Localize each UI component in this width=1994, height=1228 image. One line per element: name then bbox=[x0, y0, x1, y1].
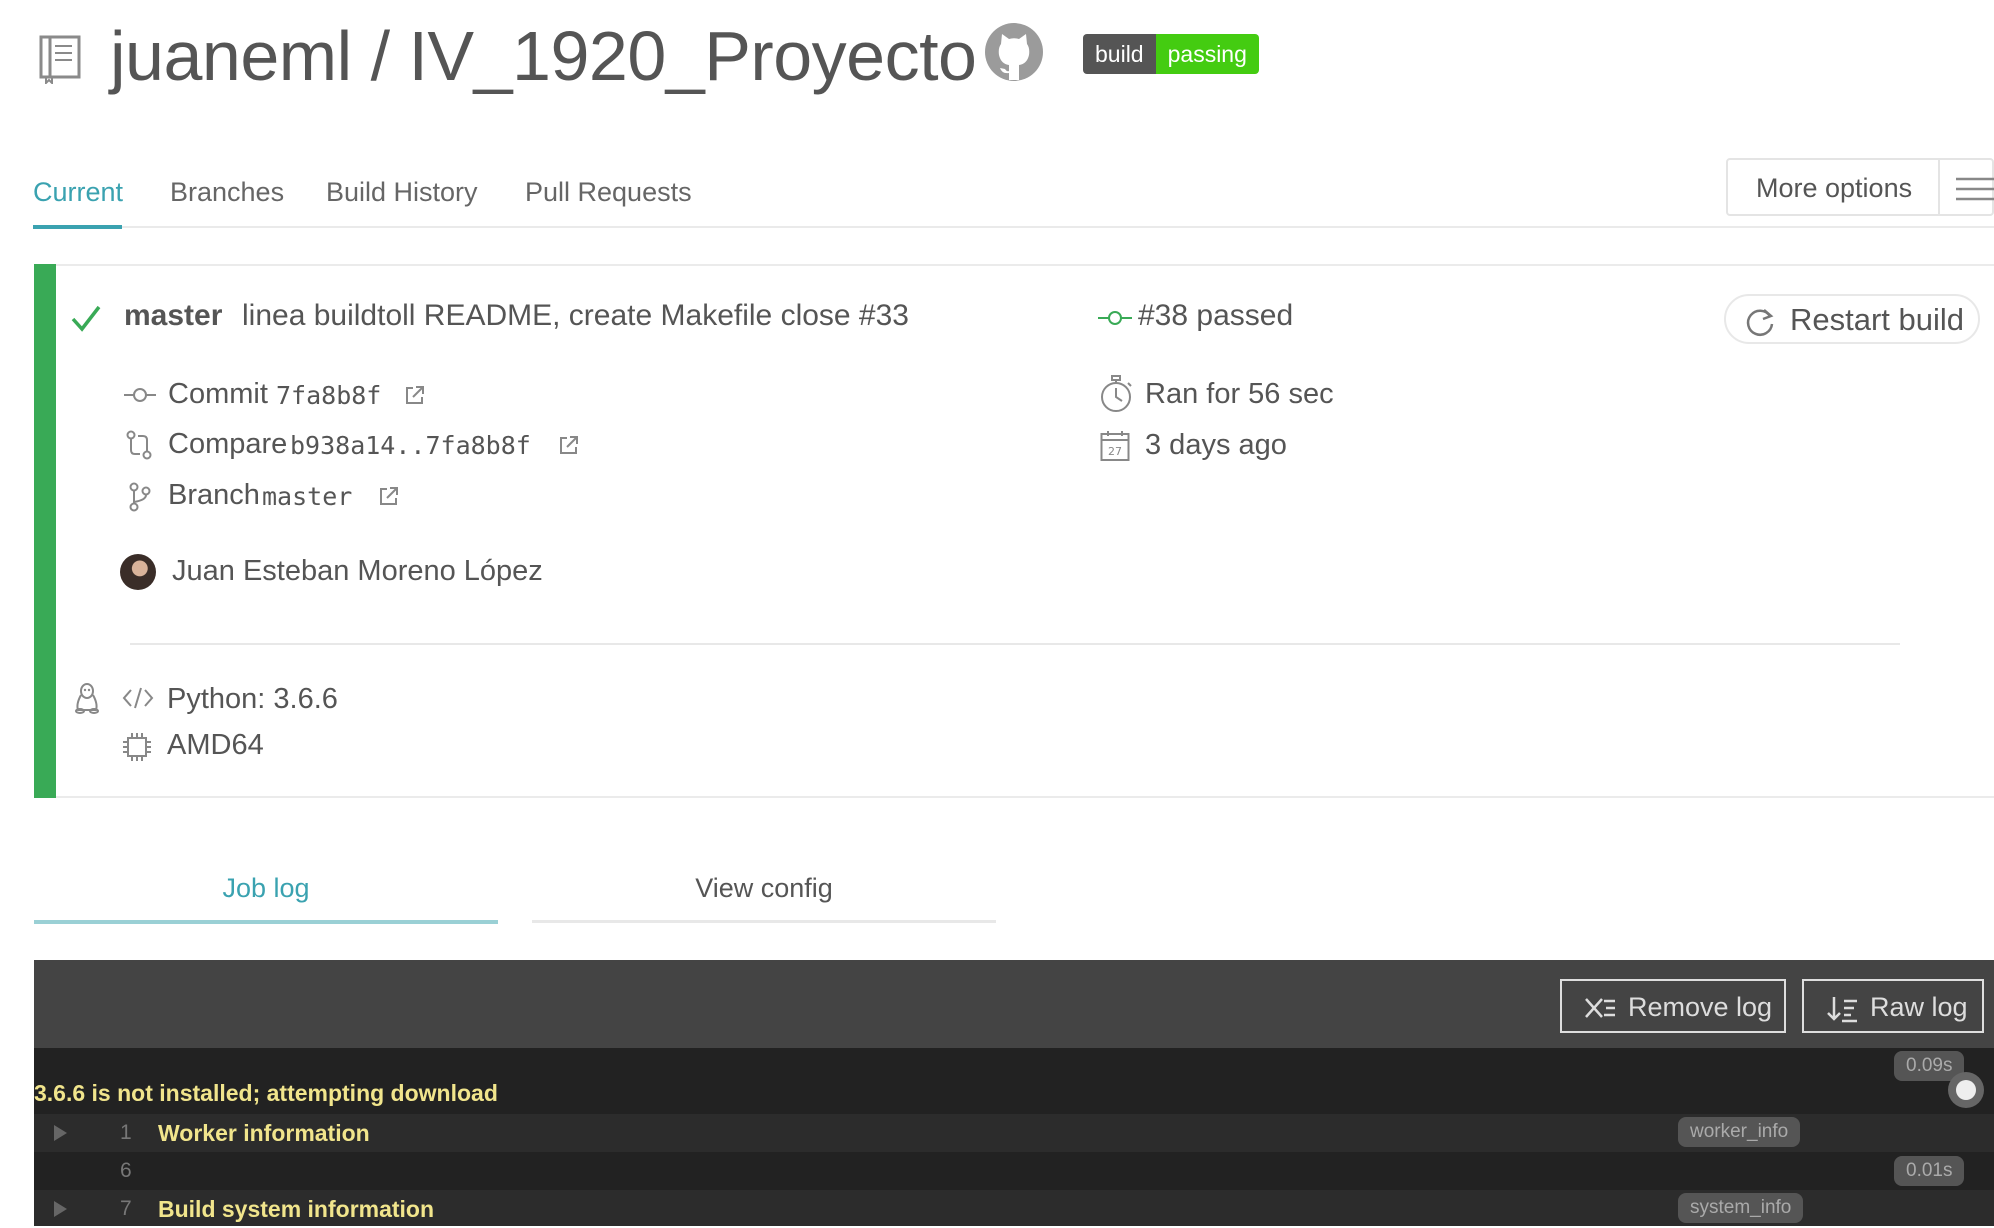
restart-build-label: Restart build bbox=[1790, 302, 1965, 337]
language-version: Python: 3.6.6 bbox=[167, 683, 338, 715]
scroll-handle[interactable] bbox=[1948, 1072, 1984, 1108]
raw-log-label: Raw log bbox=[1870, 992, 1968, 1022]
cpu-icon bbox=[123, 733, 151, 761]
tab-branches[interactable]: Branches bbox=[170, 172, 284, 212]
branch-label: Branch bbox=[168, 479, 260, 511]
card-divider bbox=[130, 643, 1900, 645]
build-status-bar bbox=[34, 264, 56, 798]
check-icon bbox=[71, 305, 101, 332]
repository-icon bbox=[39, 35, 81, 84]
tab-pull-requests[interactable]: Pull Requests bbox=[525, 172, 692, 212]
expand-triangle-icon[interactable] bbox=[54, 1201, 67, 1217]
tabs-divider bbox=[33, 226, 1994, 228]
download-log-icon bbox=[1827, 997, 1857, 1023]
code-icon bbox=[122, 687, 154, 709]
compare-icon bbox=[126, 430, 152, 460]
more-options-separator bbox=[1938, 160, 1940, 216]
log-line: 6 0.01s bbox=[34, 1152, 1994, 1190]
remove-log-icon bbox=[1585, 998, 1615, 1018]
stopwatch-icon bbox=[1101, 375, 1132, 412]
compare-range[interactable]: b938a14..7fa8b8f bbox=[290, 426, 531, 466]
commit-label: Commit bbox=[168, 378, 268, 410]
line-number[interactable]: 6 bbox=[120, 1152, 132, 1190]
badge-status: passing bbox=[1155, 34, 1259, 74]
line-number[interactable]: 1 bbox=[120, 1114, 132, 1152]
more-options-button[interactable]: More options bbox=[1726, 158, 1994, 216]
build-number-status[interactable]: #38 passed bbox=[1138, 296, 1293, 336]
tab-current[interactable]: Current bbox=[33, 172, 123, 212]
raw-log-button[interactable]: Raw log bbox=[1802, 979, 1984, 1033]
job-log-tab-underline bbox=[34, 920, 498, 924]
tab-build-history[interactable]: Build History bbox=[326, 172, 478, 212]
build-date: 3 days ago bbox=[1145, 429, 1287, 461]
linux-icon bbox=[75, 683, 99, 714]
branch-icon bbox=[129, 482, 151, 512]
author-name[interactable]: Juan Esteban Moreno López bbox=[172, 551, 543, 591]
avatar[interactable] bbox=[120, 554, 156, 590]
external-link-icon[interactable] bbox=[558, 434, 580, 456]
log-line-text: Build system information bbox=[158, 1196, 435, 1222]
fold-tag: worker_info bbox=[1678, 1117, 1801, 1147]
log-fold-row[interactable]: 7 Build system information system_info bbox=[34, 1190, 1994, 1226]
external-link-icon[interactable] bbox=[378, 485, 400, 507]
view-config-tab-underline bbox=[532, 920, 996, 923]
restart-build-button[interactable]: Restart build bbox=[1724, 294, 1980, 344]
line-number[interactable]: 7 bbox=[120, 1190, 132, 1228]
tab-view-config[interactable]: View config bbox=[532, 866, 996, 910]
calendar-day: 27 bbox=[1108, 445, 1122, 458]
restart-icon bbox=[1746, 309, 1774, 336]
repository-title[interactable]: juaneml / IV_1920_Proyecto bbox=[110, 6, 977, 106]
commit-icon bbox=[1098, 311, 1132, 325]
log-line-text: 3.6.6 is not installed; attempting downl… bbox=[34, 1080, 498, 1106]
compare-label: Compare bbox=[168, 428, 288, 460]
commit-icon bbox=[124, 388, 156, 402]
calendar-icon: 27 bbox=[1100, 431, 1130, 461]
external-link-icon[interactable] bbox=[404, 384, 426, 406]
architecture: AMD64 bbox=[167, 729, 264, 761]
fold-tag: system_info bbox=[1678, 1193, 1804, 1223]
timing-badge: 0.01s bbox=[1894, 1156, 1965, 1186]
commit-hash[interactable]: 7fa8b8f bbox=[276, 376, 381, 416]
commit-message[interactable]: linea buildtoll README, create Makefile … bbox=[242, 296, 909, 336]
hamburger-menu-icon[interactable] bbox=[1954, 176, 1994, 202]
badge-label: build bbox=[1083, 34, 1156, 74]
tab-job-log[interactable]: Job log bbox=[34, 866, 498, 910]
log-line-text: Worker information bbox=[158, 1120, 370, 1146]
active-tab-underline bbox=[33, 225, 122, 229]
remove-log-label: Remove log bbox=[1628, 992, 1773, 1022]
log-fold-row[interactable]: 1 Worker information worker_info bbox=[34, 1114, 1994, 1152]
branch-value[interactable]: master bbox=[262, 477, 352, 517]
build-branch-name[interactable]: master bbox=[124, 296, 222, 336]
more-options-label: More options bbox=[1756, 173, 1913, 203]
log-line: 3.6.6 is not installed; attempting downl… bbox=[34, 1074, 1994, 1112]
remove-log-button[interactable]: Remove log bbox=[1560, 979, 1786, 1033]
build-duration: Ran for 56 sec bbox=[1145, 378, 1334, 410]
github-icon[interactable] bbox=[984, 22, 1044, 82]
expand-triangle-icon[interactable] bbox=[54, 1125, 67, 1141]
build-status-badge[interactable]: build passing bbox=[1083, 34, 1259, 74]
